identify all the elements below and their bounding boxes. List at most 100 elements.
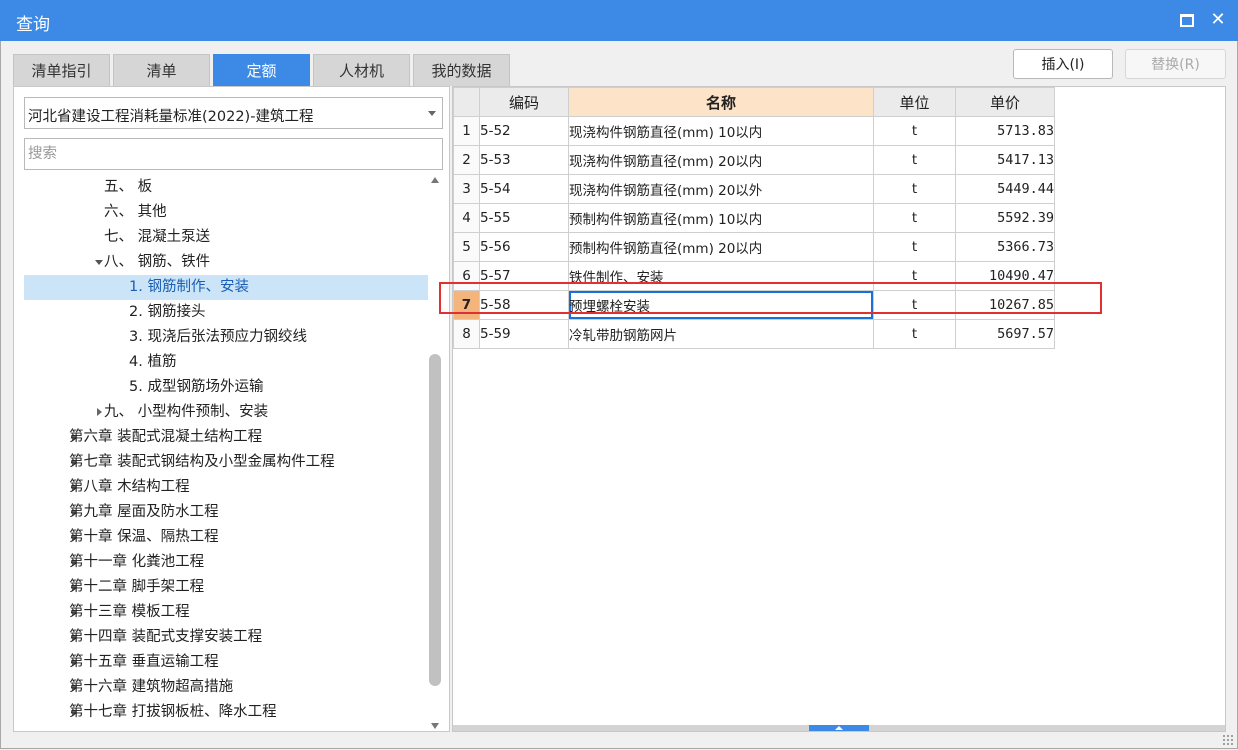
cell-price[interactable]: 5713.83 (955, 116, 1055, 146)
tree-item-label: 第十五章 垂直运输工程 (69, 654, 219, 670)
library-select-value: 河北省建设工程消耗量标准(2022)-建筑工程 (28, 109, 314, 125)
chevron-down-icon (428, 111, 436, 116)
header-name[interactable]: 名称 (568, 87, 874, 117)
row-index[interactable]: 1 (453, 116, 480, 146)
search-input[interactable] (24, 138, 443, 170)
tree-item[interactable]: 七、 混凝土泵送 (24, 225, 428, 250)
cell-unit[interactable]: t (873, 203, 956, 233)
maximize-button[interactable] (1176, 9, 1198, 31)
tree-item[interactable]: 第十六章 建筑物超高措施 (24, 675, 428, 700)
table-row[interactable]: 8 5-59 冷轧带肋钢筋网片 t 5697.57 (453, 319, 1055, 349)
insert-button[interactable]: 插入(I) (1013, 49, 1113, 79)
tree-item[interactable]: 第十一章 化粪池工程 (24, 550, 428, 575)
table-row[interactable]: 3 5-54 现浇构件钢筋直径(mm) 20以外 t 5449.44 (453, 174, 1055, 204)
title-bar: 查询 ✕ (0, 0, 1238, 41)
cell-name[interactable]: 预制构件钢筋直径(mm) 20以内 (568, 232, 874, 262)
table-row[interactable]: 5 5-56 预制构件钢筋直径(mm) 20以内 t 5366.73 (453, 232, 1055, 262)
library-select[interactable]: 河北省建设工程消耗量标准(2022)-建筑工程 (24, 97, 443, 129)
left-panel: 河北省建设工程消耗量标准(2022)-建筑工程 五、 板六、 其他七、 混凝土泵… (13, 86, 450, 732)
tree-item[interactable]: 2. 钢筋接头 (24, 300, 428, 325)
cell-name[interactable]: 现浇构件钢筋直径(mm) 20以外 (568, 174, 874, 204)
collapsed-caret-icon[interactable] (97, 408, 102, 416)
tree-item[interactable]: 第十三章 模板工程 (24, 600, 428, 625)
cell-price[interactable]: 5697.57 (955, 319, 1055, 349)
cell-unit[interactable]: t (873, 116, 956, 146)
header-unit[interactable]: 单位 (873, 87, 956, 117)
tree-item[interactable]: 第九章 屋面及防水工程 (24, 500, 428, 525)
cell-price[interactable]: 5417.13 (955, 145, 1055, 175)
cell-unit[interactable]: t (873, 232, 956, 262)
tree-item[interactable]: 八、 钢筋、铁件 (24, 250, 428, 275)
row-index[interactable]: 3 (453, 174, 480, 204)
tree-item[interactable]: 第十七章 打拔钢板桩、降水工程 (24, 700, 428, 725)
tree-item[interactable]: 第十二章 脚手架工程 (24, 575, 428, 600)
tree-item-label: 第十二章 脚手架工程 (69, 579, 205, 595)
row-index[interactable]: 8 (453, 319, 480, 349)
cell-code[interactable]: 5-52 (479, 116, 569, 146)
tree-item-label: 七、 混凝土泵送 (104, 229, 211, 245)
cell-code[interactable]: 5-53 (479, 145, 569, 175)
tree-item-label: 第十三章 模板工程 (69, 604, 190, 620)
replace-button[interactable]: 替换(R) (1125, 49, 1226, 79)
tree-item[interactable]: 第七章 装配式钢结构及小型金属构件工程 (24, 450, 428, 475)
chapter-tree: 五、 板六、 其他七、 混凝土泵送八、 钢筋、铁件 1. 钢筋制作、安装 2. 钢筋… (14, 175, 428, 731)
tab-dinge[interactable]: 定额 (213, 54, 310, 86)
window-title: 查询 (16, 15, 50, 35)
row-index[interactable]: 4 (453, 203, 480, 233)
row-index[interactable]: 5 (453, 232, 480, 262)
cell-name[interactable]: 现浇构件钢筋直径(mm) 20以内 (568, 145, 874, 175)
cell-code[interactable]: 5-55 (479, 203, 569, 233)
header-price[interactable]: 单价 (955, 87, 1055, 117)
right-panel: 编码 名称 单位 单价 1 5-52 现浇构件钢筋直径(mm) 10以内 t 5713.… (452, 86, 1226, 732)
tree-item[interactable]: 4. 植筋 (24, 350, 428, 375)
cell-price[interactable]: 5449.44 (955, 174, 1055, 204)
tree-item[interactable]: 1. 钢筋制作、安装 (24, 275, 428, 300)
table-row[interactable]: 2 5-53 现浇构件钢筋直径(mm) 20以内 t 5417.13 (453, 145, 1055, 175)
tree-item-label: 第十四章 装配式支撑安装工程 (69, 629, 263, 645)
cell-unit[interactable]: t (873, 145, 956, 175)
cell-code[interactable]: 5-59 (479, 319, 569, 349)
table-row[interactable]: 4 5-55 预制构件钢筋直径(mm) 10以内 t 5592.39 (453, 203, 1055, 233)
tree-item[interactable]: 第八章 木结构工程 (24, 475, 428, 500)
scroll-down-icon[interactable] (431, 723, 439, 729)
tree-item-label: 第十一章 化粪池工程 (69, 554, 205, 570)
cell-unit[interactable]: t (873, 174, 956, 204)
tab-my-data[interactable]: 我的数据 (413, 54, 510, 86)
tree-item-label: 第六章 装配式混凝土结构工程 (69, 429, 263, 445)
cell-name[interactable]: 预制构件钢筋直径(mm) 10以内 (568, 203, 874, 233)
table-row[interactable]: 1 5-52 现浇构件钢筋直径(mm) 10以内 t 5713.83 (453, 116, 1055, 146)
tab-rencaiji[interactable]: 人材机 (313, 54, 410, 86)
cell-code[interactable]: 5-56 (479, 232, 569, 262)
cell-price[interactable]: 5592.39 (955, 203, 1055, 233)
tree-item[interactable]: 5. 成型钢筋场外运输 (24, 375, 428, 400)
cell-unit[interactable]: t (873, 319, 956, 349)
cell-name[interactable]: 冷轧带肋钢筋网片 (568, 319, 874, 349)
expanded-caret-icon[interactable] (95, 260, 103, 265)
cell-name[interactable]: 现浇构件钢筋直径(mm) 10以内 (568, 116, 874, 146)
maximize-icon (1180, 13, 1194, 27)
tree-item-label: 六、 其他 (104, 204, 167, 220)
scroll-up-icon[interactable] (431, 177, 439, 183)
tree-item[interactable]: 第六章 装配式混凝土结构工程 (24, 425, 428, 450)
tree-item[interactable]: 第十章 保温、隔热工程 (24, 525, 428, 550)
row-index[interactable]: 2 (453, 145, 480, 175)
cell-price[interactable]: 5366.73 (955, 232, 1055, 262)
tree-item[interactable]: 五、 板 (24, 175, 428, 200)
tree-item-label: 第九章 屋面及防水工程 (69, 504, 219, 520)
scrollbar-thumb[interactable] (429, 354, 441, 686)
tree-scrollbar[interactable] (428, 175, 442, 731)
scroll-toggle-icon[interactable] (809, 725, 869, 731)
tree-item[interactable]: 第十四章 装配式支撑安装工程 (24, 625, 428, 650)
tree-item-label: 第十六章 建筑物超高措施 (69, 679, 234, 695)
close-button[interactable]: ✕ (1207, 9, 1229, 31)
tab-qingdan-zhiyin[interactable]: 清单指引 (13, 54, 110, 86)
tree-item[interactable]: 九、 小型构件预制、安装 (24, 400, 428, 425)
cell-code[interactable]: 5-54 (479, 174, 569, 204)
tree-item[interactable]: 第十五章 垂直运输工程 (24, 650, 428, 675)
resize-grip-icon[interactable] (1222, 734, 1234, 746)
tab-qingdan[interactable]: 清单 (113, 54, 210, 86)
horizontal-scrollbar[interactable] (453, 725, 1225, 731)
header-code[interactable]: 编码 (479, 87, 569, 117)
tree-item[interactable]: 3. 现浇后张法预应力钢绞线 (24, 325, 428, 350)
tree-item[interactable]: 六、 其他 (24, 200, 428, 225)
